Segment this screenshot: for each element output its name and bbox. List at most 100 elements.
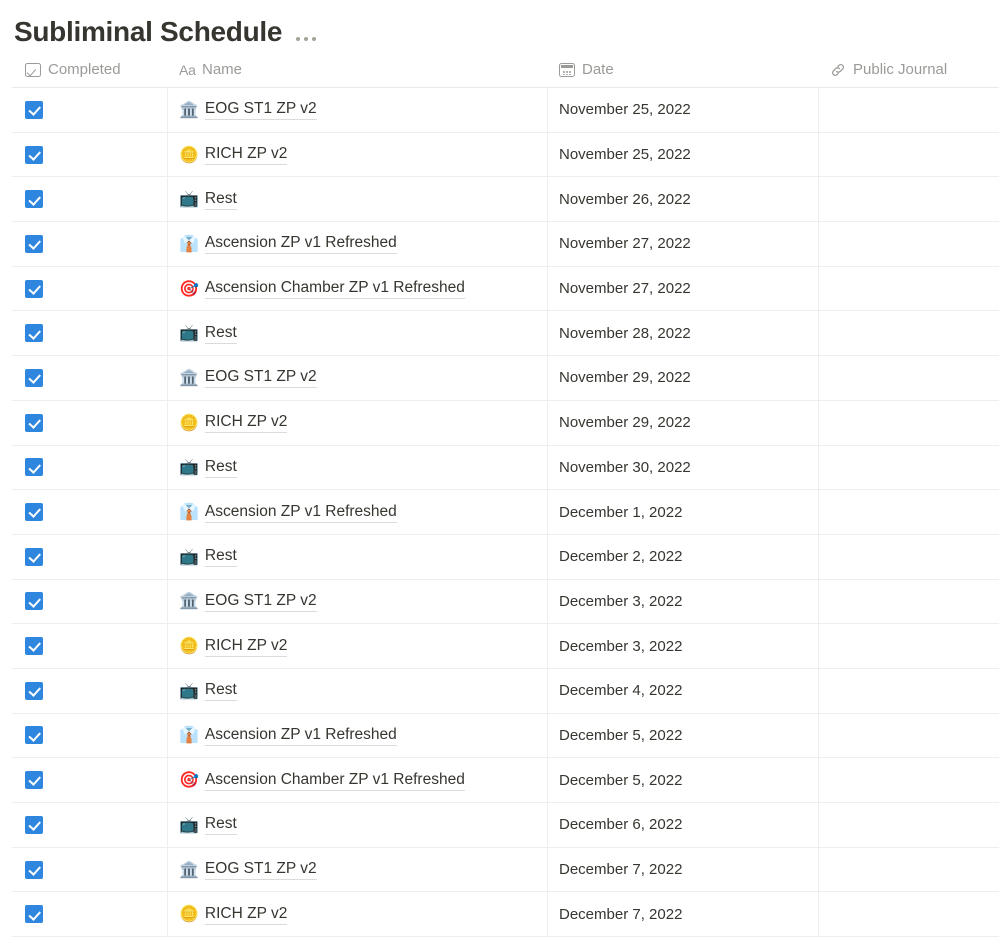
cell-date[interactable]: November 26, 2022 bbox=[548, 177, 819, 222]
page-link[interactable]: 📺 Rest bbox=[179, 814, 237, 836]
completed-checkbox[interactable] bbox=[25, 637, 43, 656]
completed-checkbox[interactable] bbox=[25, 413, 43, 432]
page-link[interactable]: 📺 Rest bbox=[179, 680, 237, 702]
completed-checkbox[interactable] bbox=[25, 190, 43, 209]
cell-public-journal[interactable] bbox=[819, 848, 998, 892]
table-row[interactable]: 🎯 Ascension Chamber ZP v1 Refreshed Decemb… bbox=[12, 758, 999, 803]
page-link[interactable]: 🏛️ EOG ST1 ZP v2 bbox=[179, 99, 317, 121]
completed-checkbox[interactable] bbox=[25, 860, 43, 879]
completed-checkbox[interactable] bbox=[25, 503, 43, 522]
table-row[interactable]: 📺 Rest November 26, 2022 bbox=[12, 177, 999, 223]
cell-public-journal[interactable] bbox=[819, 892, 998, 936]
table-row[interactable]: 🪙 RICH ZP v2 December 3, 2022 bbox=[12, 624, 999, 669]
cell-public-journal[interactable] bbox=[819, 88, 998, 132]
column-header-completed[interactable]: Completed bbox=[12, 52, 168, 87]
cell-date[interactable]: November 30, 2022 bbox=[548, 445, 819, 490]
completed-checkbox[interactable] bbox=[25, 458, 43, 477]
cell-public-journal[interactable] bbox=[819, 267, 998, 311]
cell-public-journal[interactable] bbox=[819, 758, 998, 802]
cell-public-journal[interactable] bbox=[819, 401, 998, 445]
cell-date[interactable]: December 5, 2022 bbox=[548, 713, 819, 758]
cell-date[interactable]: December 7, 2022 bbox=[548, 892, 819, 937]
cell-date[interactable]: December 2, 2022 bbox=[548, 534, 819, 579]
page-link[interactable]: 🪙 RICH ZP v2 bbox=[179, 144, 288, 166]
completed-checkbox[interactable] bbox=[25, 324, 43, 343]
cell-public-journal[interactable] bbox=[819, 311, 998, 355]
cell-date[interactable]: December 6, 2022 bbox=[548, 803, 819, 847]
cell-date[interactable]: November 27, 2022 bbox=[548, 266, 819, 311]
completed-checkbox[interactable] bbox=[25, 771, 43, 790]
table-row[interactable]: 📺 Rest December 4, 2022 bbox=[12, 668, 999, 714]
table-row[interactable]: 🪙 RICH ZP v2 December 7, 2022 bbox=[12, 892, 999, 938]
completed-checkbox[interactable] bbox=[25, 726, 43, 745]
completed-checkbox[interactable] bbox=[25, 681, 43, 700]
page-link[interactable]: 🎯 Ascension Chamber ZP v1 Refreshed bbox=[179, 278, 465, 300]
completed-checkbox[interactable] bbox=[25, 279, 43, 298]
cell-date[interactable]: December 4, 2022 bbox=[548, 668, 819, 713]
page-link[interactable]: 📺 Rest bbox=[179, 457, 237, 478]
page-link[interactable]: 👔 Ascension ZP v1 Refreshed bbox=[179, 502, 397, 523]
completed-checkbox[interactable] bbox=[25, 368, 43, 387]
table-row[interactable]: 👔 Ascension ZP v1 Refreshed November 27, 2… bbox=[12, 222, 999, 267]
table-row[interactable]: 🪙 RICH ZP v2 November 25, 2022 bbox=[12, 132, 999, 178]
cell-date[interactable]: December 7, 2022 bbox=[548, 847, 819, 892]
table-row[interactable]: 🏛️ EOG ST1 ZP v2 December 7, 2022 bbox=[12, 847, 999, 893]
column-header-date[interactable]: Date bbox=[548, 52, 819, 87]
cell-public-journal[interactable] bbox=[819, 803, 998, 847]
cell-public-journal[interactable] bbox=[819, 490, 998, 534]
page-link[interactable]: 📺 Rest bbox=[179, 546, 237, 568]
cell-public-journal[interactable] bbox=[819, 580, 998, 624]
page-link[interactable]: 🎯 Ascension Chamber ZP v1 Refreshed bbox=[179, 770, 465, 791]
column-header-name[interactable]: Aa Name bbox=[168, 52, 548, 87]
page-link[interactable]: 📺 Rest bbox=[179, 189, 237, 210]
page-link[interactable]: 🏛️ EOG ST1 ZP v2 bbox=[179, 859, 317, 881]
table-row[interactable]: 📺 Rest December 2, 2022 bbox=[12, 534, 999, 580]
completed-checkbox[interactable] bbox=[25, 547, 43, 566]
cell-public-journal[interactable] bbox=[819, 535, 998, 579]
cell-date[interactable]: December 3, 2022 bbox=[548, 579, 819, 624]
page-link[interactable]: 👔 Ascension ZP v1 Refreshed bbox=[179, 725, 397, 746]
table-row[interactable]: 🏛️ EOG ST1 ZP v2 November 29, 2022 bbox=[12, 356, 999, 401]
completed-checkbox[interactable] bbox=[25, 815, 43, 834]
table-row[interactable]: 👔 Ascension ZP v1 Refreshed December 5, 20… bbox=[12, 713, 999, 759]
cell-date[interactable]: December 3, 2022 bbox=[548, 624, 819, 668]
page-title[interactable]: Subliminal Schedule bbox=[14, 15, 282, 49]
page-link[interactable]: 🪙 RICH ZP v2 bbox=[179, 636, 288, 657]
table-row[interactable]: 📺 Rest November 28, 2022 bbox=[12, 311, 999, 357]
cell-public-journal[interactable] bbox=[819, 714, 998, 758]
column-header-public-journal[interactable]: Public Journal bbox=[819, 52, 999, 87]
cell-date[interactable]: November 28, 2022 bbox=[548, 311, 819, 356]
completed-checkbox[interactable] bbox=[25, 100, 43, 119]
cell-date[interactable]: November 27, 2022 bbox=[548, 222, 819, 266]
completed-checkbox[interactable] bbox=[25, 905, 43, 924]
cell-public-journal[interactable] bbox=[819, 222, 998, 266]
cell-date[interactable]: December 5, 2022 bbox=[548, 758, 819, 802]
table-row[interactable]: 📺 Rest November 30, 2022 bbox=[12, 445, 999, 491]
cell-public-journal[interactable] bbox=[819, 446, 998, 490]
ellipsis-icon[interactable] bbox=[296, 17, 317, 47]
cell-date[interactable]: November 25, 2022 bbox=[548, 132, 819, 177]
completed-checkbox[interactable] bbox=[25, 145, 43, 164]
table-row[interactable]: 👔 Ascension ZP v1 Refreshed December 1, 20… bbox=[12, 490, 999, 535]
table-row[interactable]: 🏛️ EOG ST1 ZP v2 December 3, 2022 bbox=[12, 579, 999, 625]
cell-date[interactable]: November 25, 2022 bbox=[548, 88, 819, 132]
cell-public-journal[interactable] bbox=[819, 669, 998, 713]
cell-date[interactable]: November 29, 2022 bbox=[548, 356, 819, 400]
table-row[interactable]: 🏛️ EOG ST1 ZP v2 November 25, 2022 bbox=[12, 88, 999, 133]
completed-checkbox[interactable] bbox=[25, 234, 43, 253]
page-link[interactable]: 🏛️ EOG ST1 ZP v2 bbox=[179, 367, 317, 389]
cell-date[interactable]: November 29, 2022 bbox=[548, 400, 819, 445]
table-row[interactable]: 🪙 RICH ZP v2 November 29, 2022 bbox=[12, 400, 999, 446]
page-link[interactable]: 🪙 RICH ZP v2 bbox=[179, 904, 288, 925]
cell-public-journal[interactable] bbox=[819, 133, 998, 177]
cell-public-journal[interactable] bbox=[819, 356, 998, 400]
page-link[interactable]: 📺 Rest bbox=[179, 323, 237, 344]
table-row[interactable]: 📺 Rest December 6, 2022 bbox=[12, 803, 999, 848]
cell-public-journal[interactable] bbox=[819, 624, 998, 668]
page-link[interactable]: 🏛️ EOG ST1 ZP v2 bbox=[179, 591, 317, 612]
cell-date[interactable]: December 1, 2022 bbox=[548, 490, 819, 534]
completed-checkbox[interactable] bbox=[25, 592, 43, 611]
page-link[interactable]: 👔 Ascension ZP v1 Refreshed bbox=[179, 233, 397, 255]
table-row[interactable]: 🎯 Ascension Chamber ZP v1 Refreshed Novemb… bbox=[12, 266, 999, 312]
cell-public-journal[interactable] bbox=[819, 177, 998, 221]
